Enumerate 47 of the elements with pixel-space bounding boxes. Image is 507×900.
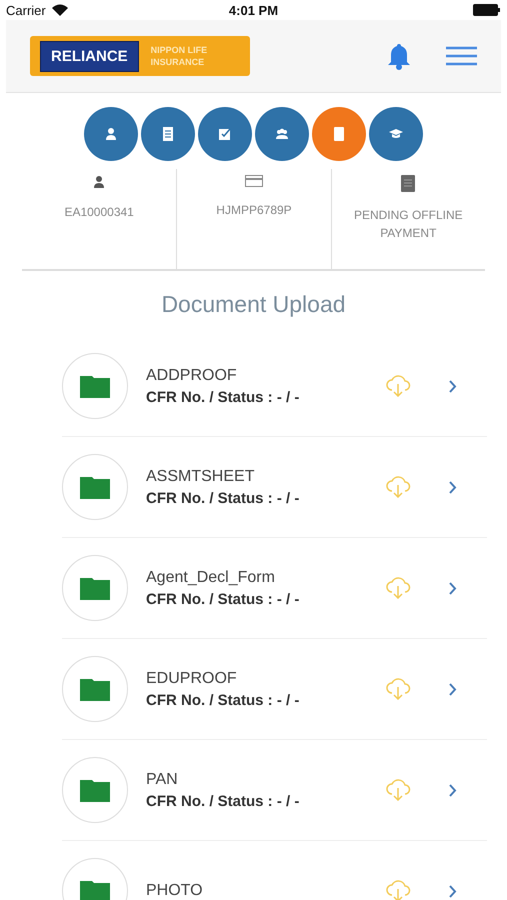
document-status: CFR No. / Status : - / - — [146, 590, 300, 608]
document-name: PAN — [146, 770, 179, 788]
document-name: ASSMTSHEET — [146, 468, 256, 486]
document-icon — [401, 175, 416, 192]
folder-avatar — [62, 656, 128, 722]
step-button[interactable] — [255, 107, 309, 161]
group-icon — [274, 126, 290, 142]
step-button[interactable] — [312, 107, 366, 161]
document-name: ADDPROOF — [146, 366, 238, 384]
folder-avatar — [62, 454, 128, 520]
person-icon — [103, 126, 119, 142]
document-name: Agent_Decl_Form — [146, 568, 276, 586]
chevron-icon[interactable] — [449, 380, 457, 392]
document-status: CFR No. / Status : - / - — [146, 490, 300, 506]
folder-avatar — [62, 757, 128, 823]
carrier-label: Carrier — [6, 2, 46, 18]
card-icon — [244, 175, 263, 187]
checkbox-icon — [217, 126, 233, 142]
folder-avatar — [62, 353, 128, 419]
step-button[interactable] — [198, 107, 252, 161]
document-name: PHOTO — [146, 882, 204, 900]
document-status: CFR No. / Status : - / - — [146, 792, 300, 810]
info-text: HJMPP6789P — [216, 202, 292, 219]
info-text: PENDING OFFLINE PAYMENT — [352, 207, 464, 242]
info-text: EA10000341 — [64, 204, 134, 221]
step-button[interactable] — [141, 107, 195, 161]
document-name: EDUPROOF — [146, 670, 238, 688]
document-icon — [160, 126, 176, 142]
person-icon — [93, 175, 106, 189]
document-status: CFR No. / Status : - / - — [146, 388, 300, 406]
bell-icon[interactable] — [386, 42, 412, 70]
chevron-icon[interactable] — [449, 784, 457, 796]
chevron-icon[interactable] — [449, 480, 457, 494]
chevron-icon[interactable] — [449, 682, 457, 696]
chevron-icon[interactable] — [449, 884, 457, 898]
document-status: CFR No. / Status : - / - — [146, 692, 300, 708]
page-title: Document Upload — [160, 291, 347, 318]
step-button[interactable] — [369, 107, 423, 161]
battery-icon — [473, 4, 501, 16]
step-button[interactable] — [84, 107, 138, 161]
page-icon — [331, 126, 347, 142]
menu-icon[interactable] — [446, 46, 477, 66]
folder-avatar — [62, 555, 128, 621]
clock-time: 4:01 PM — [228, 2, 278, 18]
chevron-icon[interactable] — [449, 582, 457, 594]
wifi-icon — [52, 4, 68, 16]
logo: RELIANCE NIPPON LIFE INSURANCE — [30, 36, 250, 76]
